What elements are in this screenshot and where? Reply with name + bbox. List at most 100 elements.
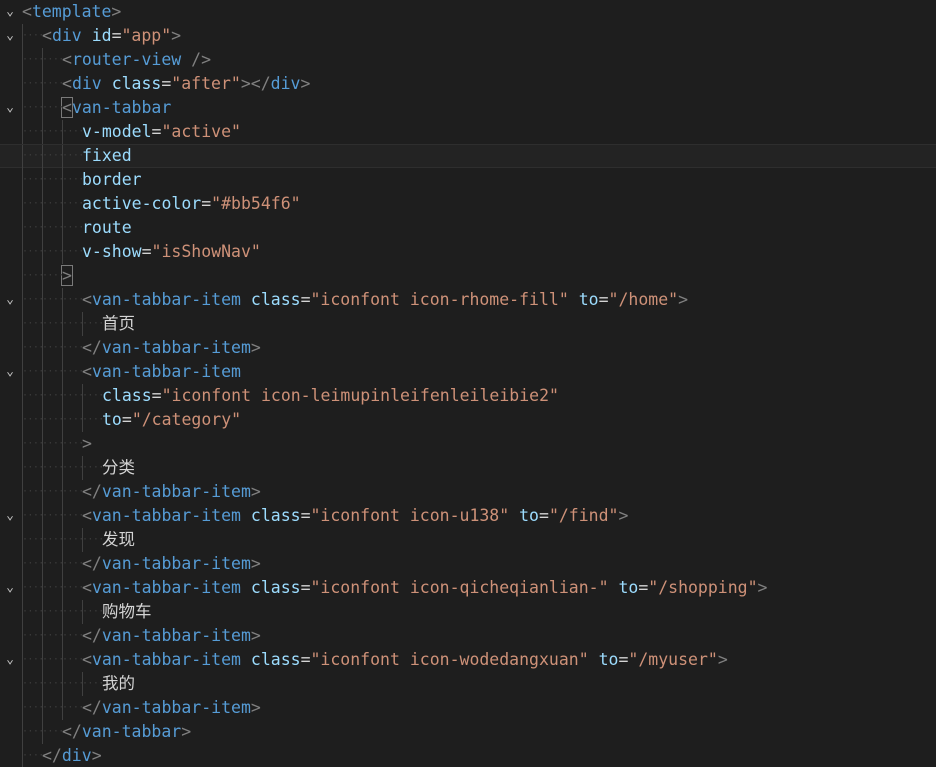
fold-gutter [0, 192, 20, 216]
code-line[interactable]: </van-tabbar-item> [0, 696, 936, 720]
indent-guide [42, 696, 64, 720]
indent-guide [82, 408, 104, 432]
indent-guide [42, 408, 64, 432]
indent-guide [62, 672, 84, 696]
indent-guide [22, 216, 44, 240]
code-line[interactable]: > [0, 264, 936, 288]
fold-gutter [0, 552, 20, 576]
token-eq: = [618, 650, 629, 669]
fold-gutter [0, 336, 20, 360]
chevron-down-icon[interactable]: ⌄ [0, 288, 20, 312]
token-eq: = [121, 410, 132, 429]
code-line[interactable]: ⌄<van-tabbar-item class="iconfont icon-q… [0, 576, 936, 600]
code-line[interactable]: </van-tabbar-item> [0, 480, 936, 504]
indent-guide [22, 24, 44, 48]
code-content: <van-tabbar-item class="iconfont icon-qi… [22, 576, 767, 600]
token-eq: = [111, 26, 122, 45]
code-line[interactable]: > [0, 432, 936, 456]
code-line[interactable]: 我的 [0, 672, 936, 696]
fold-gutter [0, 696, 20, 720]
code-line[interactable]: <router-view /> [0, 48, 936, 72]
code-line[interactable]: ⌄<van-tabbar [0, 96, 936, 120]
indent-guide [62, 168, 84, 192]
code-line[interactable]: </van-tabbar-item> [0, 624, 936, 648]
fold-gutter [0, 528, 20, 552]
code-line[interactable]: v-show="isShowNav" [0, 240, 936, 264]
code-content: border [22, 168, 142, 192]
chevron-down-icon[interactable]: ⌄ [0, 648, 20, 672]
indent-guide [22, 408, 44, 432]
code-line[interactable]: fixed [0, 144, 936, 169]
code-line[interactable]: </van-tabbar> [0, 720, 936, 744]
code-line[interactable]: <div class="after"></div> [0, 72, 936, 96]
indent-guide [22, 192, 44, 216]
token-attr: to [578, 290, 599, 309]
code-content: </van-tabbar-item> [22, 480, 261, 504]
chevron-down-icon[interactable]: ⌄ [0, 96, 20, 120]
token-eq [102, 74, 112, 93]
indent-guide [22, 504, 44, 528]
code-line[interactable]: </div> [0, 744, 936, 767]
code-line[interactable]: 发现 [0, 528, 936, 552]
token-punc: > [171, 26, 182, 45]
indent-guide [22, 576, 44, 600]
token-punc: </ [42, 746, 62, 765]
token-punc: </ [82, 698, 102, 717]
chevron-down-icon[interactable]: ⌄ [0, 24, 20, 48]
code-line[interactable]: ⌄<van-tabbar-item class="iconfont icon-u… [0, 504, 936, 528]
token-tag: div [61, 746, 92, 765]
indent-guide [42, 48, 64, 72]
code-line[interactable]: 首页 [0, 312, 936, 336]
chevron-down-icon[interactable]: ⌄ [0, 576, 20, 600]
code-content: <van-tabbar-item class="iconfont icon-u1… [22, 504, 628, 528]
token-punc: > [250, 338, 261, 357]
code-content: 我的 [22, 672, 135, 696]
code-line[interactable]: to="/category" [0, 408, 936, 432]
fold-gutter [0, 168, 20, 192]
code-line[interactable]: </van-tabbar-item> [0, 552, 936, 576]
token-punc: </ [82, 482, 102, 501]
indent-guide [62, 192, 84, 216]
indent-guide [22, 480, 44, 504]
code-line[interactable]: border [0, 168, 936, 192]
chevron-down-icon[interactable]: ⌄ [0, 504, 20, 528]
code-line[interactable]: </van-tabbar-item> [0, 336, 936, 360]
code-line[interactable]: ⌄<van-tabbar-item class="iconfont icon-w… [0, 648, 936, 672]
fold-gutter [0, 744, 20, 767]
token-tag: van-tabbar-item [101, 698, 251, 717]
code-line[interactable]: ⌄<van-tabbar-item class="iconfont icon-r… [0, 288, 936, 312]
fold-gutter [0, 600, 20, 624]
code-editor[interactable]: ⌄<template>⌄<div id="app"><router-view /… [0, 0, 936, 767]
chevron-down-icon[interactable]: ⌄ [0, 360, 20, 384]
token-punc: > [250, 698, 261, 717]
token-eq [241, 290, 251, 309]
code-line[interactable]: ⌄<div id="app"> [0, 24, 936, 48]
code-line[interactable]: ⌄ <template> [0, 0, 936, 24]
indent-guide [42, 384, 64, 408]
code-content: 分类 [22, 456, 135, 480]
indent-guide [22, 672, 44, 696]
code-line[interactable]: class="iconfont icon-leimupinleifenleile… [0, 384, 936, 408]
code-line[interactable]: v-model="active" [0, 120, 936, 144]
code-content: <router-view /> [22, 48, 211, 72]
token-str: "active" [161, 122, 241, 141]
token-punc: > [678, 290, 689, 309]
code-line[interactable]: 购物车 [0, 600, 936, 624]
fold-gutter [0, 264, 20, 288]
token-str: "iconfont icon-u138" [310, 506, 510, 525]
token-tag: div [51, 26, 82, 45]
indent-guide [42, 336, 64, 360]
fold-gutter [0, 408, 20, 432]
token-eq [509, 506, 519, 525]
indent-guide [62, 408, 84, 432]
code-line[interactable]: ⌄<van-tabbar-item [0, 360, 936, 384]
code-line[interactable]: active-color="#bb54f6" [0, 192, 936, 216]
token-punc: < [22, 2, 32, 21]
code-line[interactable]: 分类 [0, 456, 936, 480]
token-str: "isShowNav" [151, 242, 261, 261]
code-line[interactable]: route [0, 216, 936, 240]
token-attr: v-show [82, 242, 142, 261]
token-punc: > [91, 746, 102, 765]
chevron-down-icon[interactable]: ⌄ [0, 0, 20, 24]
indent-guide [22, 624, 44, 648]
